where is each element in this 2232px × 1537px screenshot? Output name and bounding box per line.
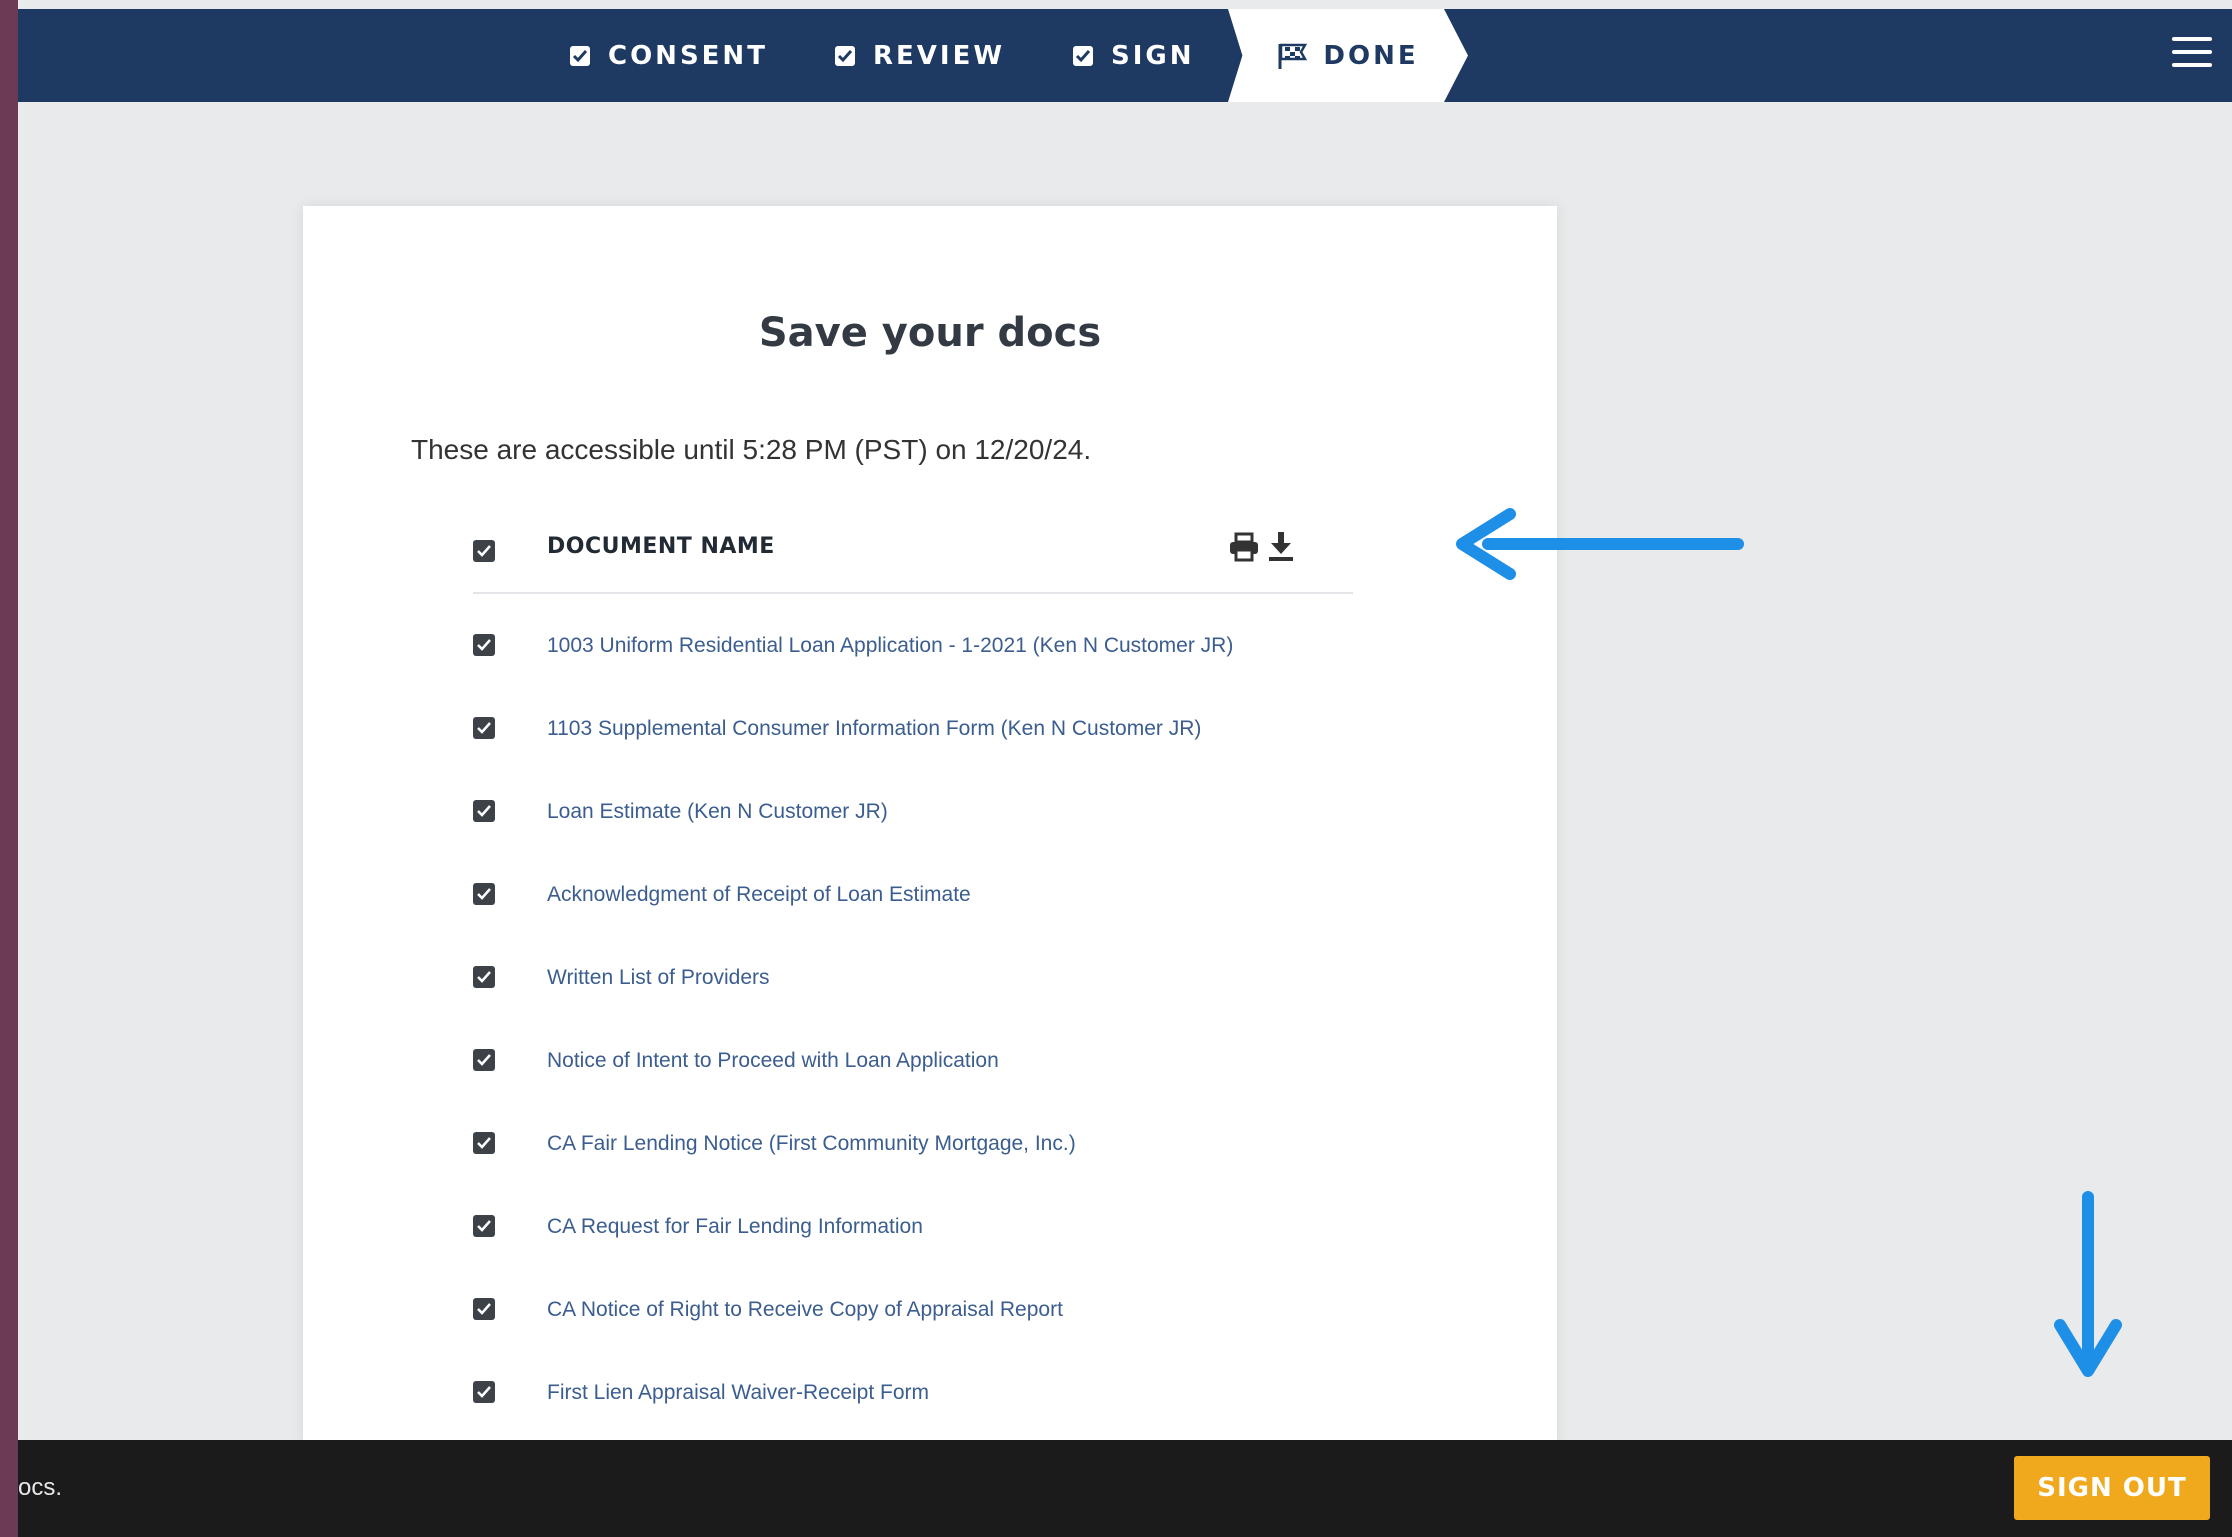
row-checkbox[interactable] (473, 1132, 495, 1154)
row-checkbox[interactable] (473, 717, 495, 739)
check-icon (477, 639, 491, 651)
table-row: 1103 Supplemental Consumer Information F… (473, 713, 1353, 753)
step-sign[interactable]: SIGN (1071, 9, 1195, 102)
top-nav: CONSENT REVIEW SIGN DONE (18, 9, 2232, 102)
document-link[interactable]: CA Fair Lending Notice (First Community … (547, 1132, 1076, 1156)
document-link[interactable]: CA Request for Fair Lending Information (547, 1215, 923, 1239)
row-checkbox[interactable] (473, 1381, 495, 1403)
column-header-document-name: DOCUMENT NAME (547, 534, 775, 559)
menu-bar (2172, 50, 2212, 54)
sign-out-button[interactable]: SIGN OUT (2014, 1456, 2210, 1520)
check-icon (477, 545, 491, 557)
print-icon[interactable] (1228, 532, 1260, 562)
row-checkbox[interactable] (473, 1215, 495, 1237)
documents-table-header: DOCUMENT NAME (473, 512, 1353, 594)
access-notice: These are accessible until 5:28 PM (PST)… (411, 434, 1092, 465)
table-row: Loan Estimate (Ken N Customer JR) (473, 796, 1353, 836)
select-all-checkbox[interactable] (473, 540, 495, 562)
check-icon (477, 1386, 491, 1398)
app-window: CONSENT REVIEW SIGN DONE Save your docs … (18, 0, 2232, 1537)
footer-bar: ocs. SIGN OUT (18, 1440, 2232, 1537)
annotation-arrow-down-icon (2054, 1191, 2122, 1377)
table-row: CA Request for Fair Lending Information (473, 1211, 1353, 1251)
table-row: Written List of Providers (473, 962, 1353, 1002)
row-checkbox[interactable] (473, 1049, 495, 1071)
checkbox-icon (570, 45, 590, 66)
menu-bar (2172, 37, 2212, 41)
step-label: DONE (1323, 40, 1419, 71)
step-review[interactable]: REVIEW (833, 9, 1005, 102)
check-icon (477, 1303, 491, 1315)
page-title: Save your docs (758, 310, 1102, 356)
step-consent[interactable]: CONSENT (568, 9, 768, 102)
table-row: CA Fair Lending Notice (First Community … (473, 1128, 1353, 1168)
check-icon (477, 722, 491, 734)
row-checkbox[interactable] (473, 883, 495, 905)
table-row: Acknowledgment of Receipt of Loan Estima… (473, 879, 1353, 919)
table-row: 1003 Uniform Residential Loan Applicatio… (473, 630, 1353, 670)
document-link[interactable]: 1003 Uniform Residential Loan Applicatio… (547, 634, 1233, 658)
document-link[interactable]: 1103 Supplemental Consumer Information F… (547, 717, 1201, 741)
check-icon (477, 1054, 491, 1066)
check-icon (477, 805, 491, 817)
document-link[interactable]: Written List of Providers (547, 966, 770, 990)
download-icon[interactable] (1267, 530, 1295, 562)
flag-icon (1278, 43, 1308, 69)
table-row: CA Notice of Right to Receive Copy of Ap… (473, 1294, 1353, 1334)
row-checkbox[interactable] (473, 800, 495, 822)
save-docs-card: Save your docs These are accessible unti… (303, 206, 1557, 1446)
step-label: REVIEW (873, 40, 1006, 71)
document-link[interactable]: Loan Estimate (Ken N Customer JR) (547, 800, 888, 824)
check-icon (477, 888, 491, 900)
checkbox-icon (1073, 45, 1093, 66)
step-done[interactable]: DONE (1228, 9, 1468, 102)
row-checkbox[interactable] (473, 634, 495, 656)
annotation-arrow-left-icon (1456, 508, 1744, 580)
menu-bar (2172, 63, 2212, 67)
footer-text: ocs. (18, 1474, 63, 1501)
checkbox-icon (835, 45, 855, 66)
table-row: First Lien Appraisal Waiver-Receipt Form (473, 1377, 1353, 1417)
check-icon (477, 1137, 491, 1149)
row-checkbox[interactable] (473, 966, 495, 988)
document-link[interactable]: First Lien Appraisal Waiver-Receipt Form (547, 1381, 929, 1405)
row-checkbox[interactable] (473, 1298, 495, 1320)
progress-steps: CONSENT REVIEW SIGN DONE (18, 9, 2232, 102)
check-icon (477, 1220, 491, 1232)
hamburger-icon[interactable] (2172, 37, 2212, 73)
step-label: SIGN (1111, 40, 1195, 71)
document-link[interactable]: CA Notice of Right to Receive Copy of Ap… (547, 1298, 1063, 1322)
document-link[interactable]: Notice of Intent to Proceed with Loan Ap… (547, 1049, 999, 1073)
document-link[interactable]: Acknowledgment of Receipt of Loan Estima… (547, 883, 971, 907)
check-icon (477, 971, 491, 983)
table-row: Notice of Intent to Proceed with Loan Ap… (473, 1045, 1353, 1085)
step-label: CONSENT (608, 40, 768, 71)
